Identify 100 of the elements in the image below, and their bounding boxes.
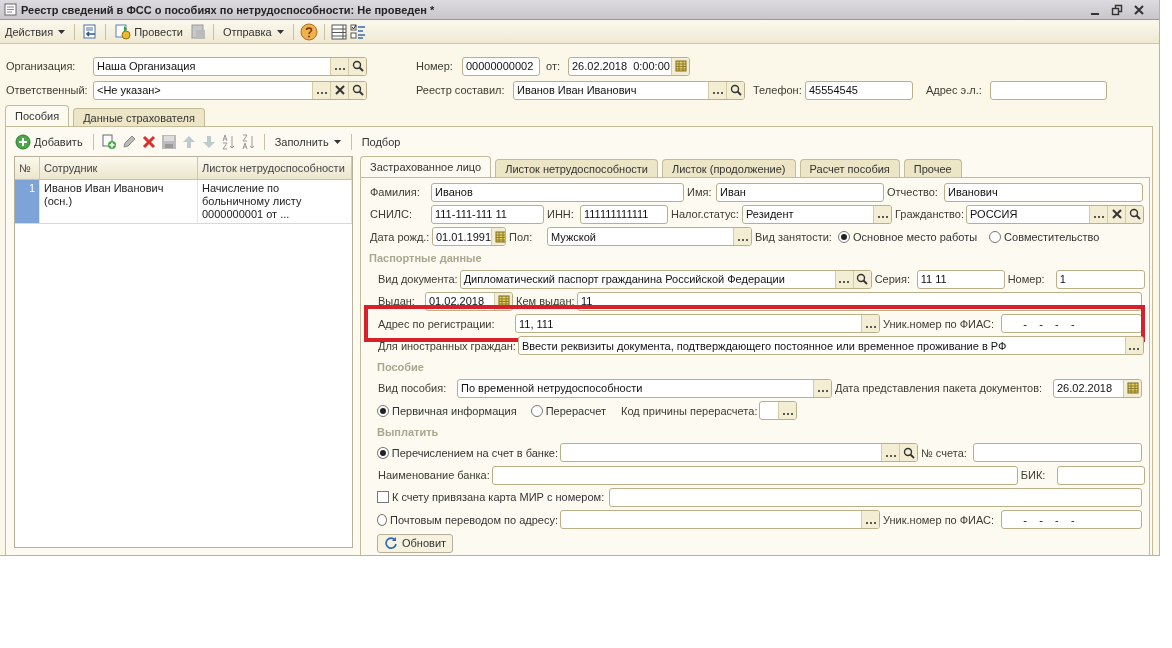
input-field[interactable]: РОССИЯ xyxy=(966,204,1144,224)
input-field[interactable] xyxy=(609,487,1142,507)
input-field[interactable]: Иванов Иван Иванович xyxy=(513,80,745,100)
input-field[interactable] xyxy=(1056,465,1145,485)
input-field[interactable] xyxy=(560,510,880,530)
ellipsis-icon[interactable] xyxy=(873,205,891,223)
refresh-button[interactable]: Обновит xyxy=(377,533,454,553)
tab[interactable]: Расчет пособия xyxy=(799,159,900,177)
clear-icon[interactable] xyxy=(330,81,348,99)
input-field[interactable]: Резидент xyxy=(742,204,892,224)
ellipsis-icon[interactable] xyxy=(861,315,879,333)
radio-button[interactable] xyxy=(377,404,389,417)
column-header[interactable]: Листок нетрудоспособности xyxy=(198,157,352,179)
input-field[interactable] xyxy=(759,401,798,420)
input-field[interactable]: Наша Организация xyxy=(93,56,367,76)
sort-ascending-icon[interactable] xyxy=(220,134,237,150)
actions-menu[interactable]: Действия xyxy=(2,21,69,42)
add-button[interactable]: Добавить xyxy=(12,132,86,152)
input-field[interactable]: 11, 111 xyxy=(515,314,880,334)
caret-icon xyxy=(58,29,66,34)
input-field[interactable]: Иванович xyxy=(944,182,1143,202)
input-field[interactable]: Мужской xyxy=(547,227,752,247)
radio-button[interactable] xyxy=(989,230,1002,243)
input-field[interactable] xyxy=(990,80,1107,100)
search-icon[interactable] xyxy=(726,81,744,99)
radio-button[interactable] xyxy=(530,404,543,417)
delete-icon[interactable] xyxy=(140,134,157,150)
tab[interactable]: Застрахованное лицо xyxy=(360,156,492,177)
input-field[interactable]: 11 11 xyxy=(916,269,1005,289)
radio-label: Перечислением на счет в банке: xyxy=(391,446,558,459)
ellipsis-icon[interactable] xyxy=(881,444,899,462)
input-field[interactable]: 00000000002 xyxy=(462,56,540,76)
tab[interactable]: Листок нетрудоспособности xyxy=(495,159,658,177)
ellipsis-icon[interactable] xyxy=(733,228,751,246)
input-field[interactable] xyxy=(491,465,1018,485)
input-field[interactable]: 111-111-111 11 xyxy=(431,204,544,224)
search-icon[interactable] xyxy=(852,270,871,288)
pick-button[interactable]: Подбор xyxy=(358,132,404,152)
checklist-icon[interactable] xyxy=(349,23,366,40)
radio-label: Почтовым переводом по адресу: xyxy=(390,513,558,526)
input-field[interactable] xyxy=(560,443,918,463)
column-header[interactable]: Сотрудник xyxy=(40,157,198,179)
ellipsis-icon[interactable] xyxy=(813,379,831,397)
list-icon[interactable] xyxy=(330,23,347,40)
ellipsis-icon[interactable] xyxy=(834,270,853,288)
input-field[interactable]: Дипломатический паспорт гражданина Российской Федерации xyxy=(459,269,872,289)
ellipsis-icon[interactable] xyxy=(708,81,726,99)
field-label: Номер: xyxy=(1006,273,1046,286)
search-icon[interactable] xyxy=(899,444,917,462)
ellipsis-icon[interactable] xyxy=(778,402,797,419)
clear-icon[interactable] xyxy=(1107,205,1125,223)
table-cell: 1 xyxy=(15,180,40,223)
restore-icon[interactable] xyxy=(1111,3,1123,16)
fill-menu[interactable]: Заполнить xyxy=(271,132,344,152)
ellipsis-icon[interactable] xyxy=(312,81,330,99)
tab[interactable]: Данные страхователя xyxy=(73,108,205,126)
radio-button[interactable] xyxy=(377,446,389,459)
radio-label: Основное место работы xyxy=(853,230,978,243)
input-field[interactable]: 45554545 xyxy=(805,80,913,100)
input-field[interactable]: 26.02.2018 0:00:00 xyxy=(568,56,690,76)
help-icon[interactable] xyxy=(299,22,318,41)
tab[interactable]: Пособия xyxy=(5,105,70,126)
input-field[interactable]: - - - - xyxy=(1001,510,1142,530)
ellipsis-icon[interactable] xyxy=(330,57,348,75)
send-menu[interactable]: Отправка xyxy=(219,21,287,42)
radio-label: Перерасчет xyxy=(545,404,607,417)
column-header[interactable]: № xyxy=(15,157,40,179)
ellipsis-icon[interactable] xyxy=(1089,205,1107,223)
input-field[interactable]: Иванов xyxy=(431,182,684,202)
search-icon[interactable] xyxy=(1125,205,1143,223)
sort-descending-icon[interactable] xyxy=(240,134,257,150)
search-icon[interactable] xyxy=(348,57,366,75)
calendar-icon[interactable] xyxy=(1123,379,1141,397)
input-field[interactable]: Иван xyxy=(716,182,884,202)
save-icon[interactable] xyxy=(160,134,177,150)
post-button[interactable]: Провести xyxy=(112,21,186,42)
copy-add-icon[interactable] xyxy=(100,134,117,150)
input-field[interactable]: Ввести реквизиты документа, подтверждающего постоянное или временное проживание в РФ xyxy=(517,336,1144,356)
input-field[interactable]: 1 xyxy=(1055,269,1145,289)
ellipsis-icon[interactable] xyxy=(1124,337,1143,355)
input-field[interactable] xyxy=(973,443,1142,463)
input-field[interactable]: 111111111111 xyxy=(580,204,668,224)
input-field[interactable]: <Не указан> xyxy=(93,80,367,100)
input-field[interactable]: 01.01.1991 xyxy=(432,227,506,247)
close-icon[interactable] xyxy=(1133,3,1145,16)
pencil-icon[interactable] xyxy=(120,134,137,150)
input-field[interactable]: - - - - xyxy=(1001,314,1142,334)
input-field[interactable]: По временной нетрудоспособности xyxy=(457,378,832,398)
calendar-icon[interactable] xyxy=(671,57,689,75)
tab[interactable]: Прочее xyxy=(903,159,962,177)
input-field[interactable]: 26.02.2018 xyxy=(1053,378,1142,398)
radio-button[interactable] xyxy=(377,513,388,526)
checkbox[interactable] xyxy=(377,491,389,504)
calendar-icon[interactable] xyxy=(491,228,505,246)
field-label: Серия: xyxy=(873,273,911,286)
tab[interactable]: Листок (продолжение) xyxy=(661,159,796,177)
table-row[interactable]: 1 Иванов Иван Иванович (осн.) Начисление по больничному листу 0000000001 от ... xyxy=(15,180,352,224)
search-icon[interactable] xyxy=(348,81,366,99)
radio-button[interactable] xyxy=(838,230,850,243)
ellipsis-icon[interactable] xyxy=(861,511,879,529)
